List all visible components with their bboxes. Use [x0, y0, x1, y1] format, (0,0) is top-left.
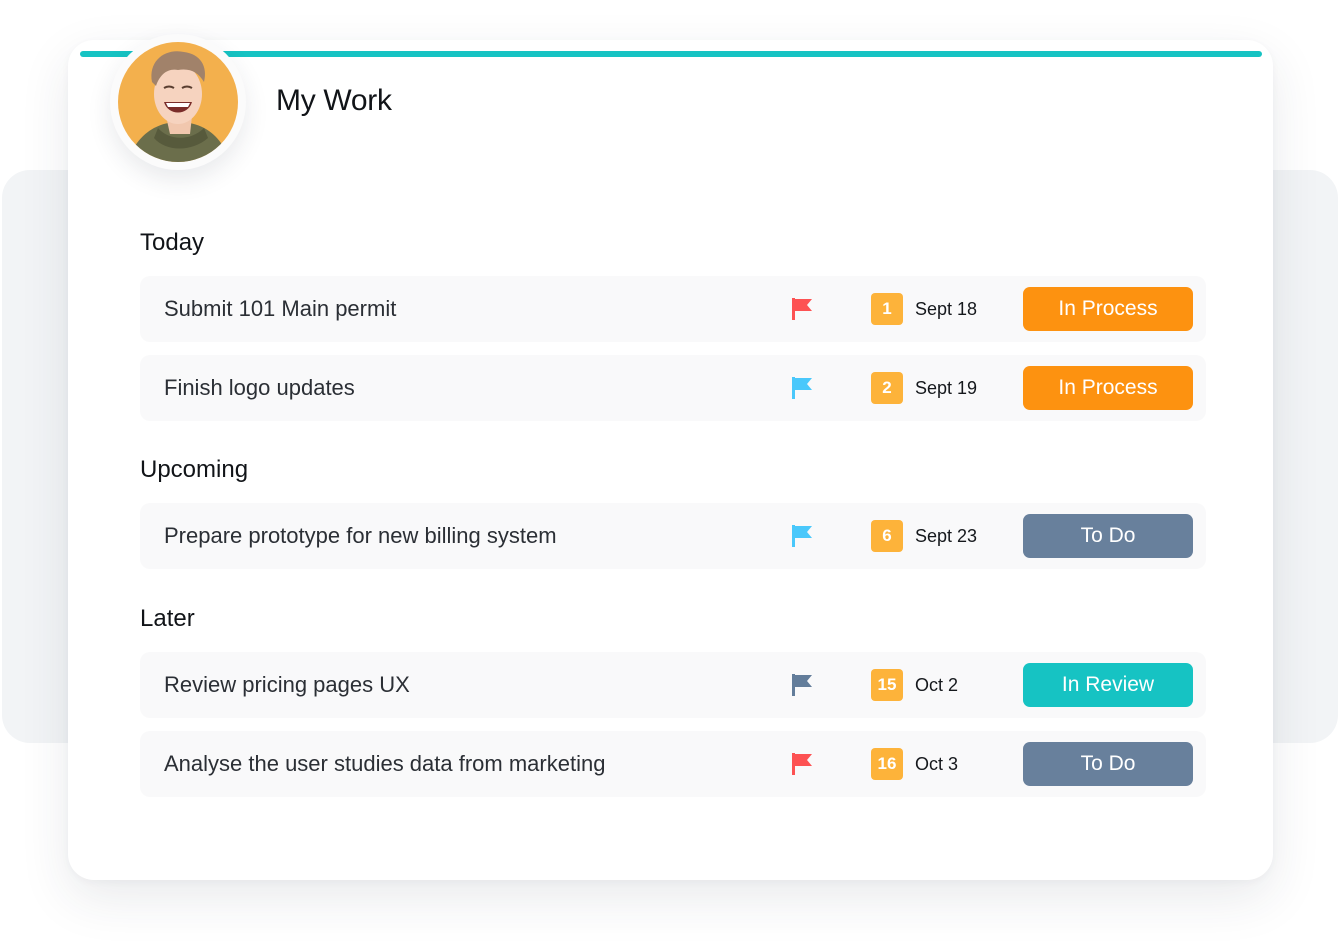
flag-icon[interactable]: [790, 297, 814, 321]
due-date: Oct 3: [915, 754, 959, 774]
task-row[interactable]: Finish logo updates 2 Sept 19 In Process: [140, 355, 1206, 421]
task-row[interactable]: Analyse the user studies data from marke…: [140, 731, 1206, 797]
status-button[interactable]: In Review: [1023, 663, 1193, 707]
task-name[interactable]: Finish logo updates: [164, 355, 355, 421]
task-number-badge: 16: [871, 748, 903, 780]
section-label-later: Later: [140, 605, 195, 632]
section-label-upcoming: Upcoming: [140, 456, 249, 483]
status-button[interactable]: To Do: [1023, 514, 1193, 558]
due-date: Sept 18: [915, 299, 978, 319]
task-name[interactable]: Submit 101 Main permit: [164, 276, 396, 342]
flag-icon[interactable]: [790, 376, 814, 400]
task-name[interactable]: Prepare prototype for new billing system: [164, 503, 557, 569]
page-title: My Work: [276, 84, 392, 117]
task-number-badge: 1: [871, 293, 903, 325]
flag-icon[interactable]: [790, 673, 814, 697]
flag-icon[interactable]: [790, 524, 814, 548]
due-date: Sept 19: [915, 378, 978, 398]
due-date: Sept 23: [915, 526, 978, 546]
my-work-card: My Work Today Submit 101 Main permit 1 Sept…: [68, 34, 1273, 880]
section-label-today: Today: [140, 229, 205, 256]
flag-icon[interactable]: [790, 752, 814, 776]
task-name[interactable]: Review pricing pages UX: [164, 652, 410, 718]
task-number-badge: 2: [871, 372, 903, 404]
avatar-ring: [110, 34, 246, 170]
task-row[interactable]: Prepare prototype for new billing system…: [140, 503, 1206, 569]
status-button[interactable]: To Do: [1023, 742, 1193, 786]
due-date: Oct 2: [915, 675, 959, 695]
task-number-badge: 15: [871, 669, 903, 701]
avatar[interactable]: [118, 42, 238, 162]
task-row[interactable]: Review pricing pages UX 15 Oct 2 In Review: [140, 652, 1206, 718]
task-name[interactable]: Analyse the user studies data from marke…: [164, 731, 605, 797]
avatar-photo: [118, 42, 238, 162]
status-button[interactable]: In Process: [1023, 287, 1193, 331]
status-button[interactable]: In Process: [1023, 366, 1193, 410]
task-row[interactable]: Submit 101 Main permit 1 Sept 18 In Process: [140, 276, 1206, 342]
task-number-badge: 6: [871, 520, 903, 552]
accent-bar: [80, 51, 1262, 57]
